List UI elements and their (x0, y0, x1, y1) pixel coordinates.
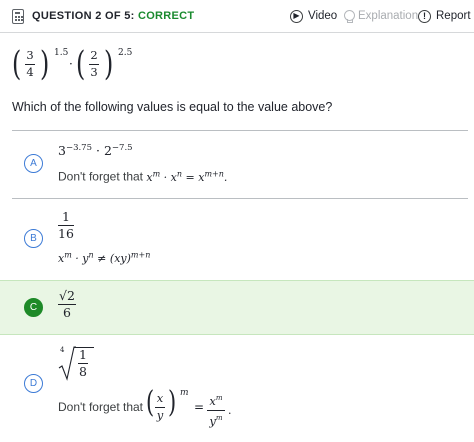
question-status: QUESTION 2 OF 5: CORRECT (32, 10, 194, 22)
left-paren: ( (12, 44, 22, 84)
fraction-xm-over-ym: xm ym (207, 392, 225, 428)
report-button[interactable]: ! Report (418, 8, 471, 24)
base: 3 (58, 143, 66, 159)
left-paren: ( (76, 44, 86, 84)
explanation-label: Explanation (358, 10, 419, 22)
explanation-button[interactable]: Explanation (344, 8, 418, 24)
fraction-root2-over-6: √2 6 (58, 289, 76, 319)
question-prompt: Which of the following values is equal t… (12, 100, 333, 114)
hint-formula: xm · yn ≠ (xy)m+n (58, 250, 151, 265)
hint-text: Don't forget that (58, 169, 144, 184)
report-label: Report (436, 10, 471, 22)
calculator-icon[interactable] (12, 9, 24, 24)
fraction-one-sixteenth: 1 16 (58, 210, 74, 240)
radical-sign (58, 346, 76, 381)
fraction-x-over-y: xy (155, 391, 165, 422)
choice-d-hint: Don't forget that ( xy ) m = xm ym . (58, 385, 258, 428)
exponent: −3.75 (65, 143, 93, 153)
fraction-three-fourths: 3 4 (25, 49, 35, 79)
choice-a-hint: Don't forget that xm · xn = xm+n. (58, 169, 227, 184)
fraction-one-eighth: 1 8 (78, 348, 88, 378)
numerator: √2 (59, 288, 75, 303)
choice-d[interactable]: D 4 1 8 Don't forget that ( xy ) m = xm y… (12, 336, 468, 436)
exponent-1: 1.5 (54, 48, 69, 58)
numerator: 2 (90, 48, 98, 62)
exponent-2: 2.5 (118, 48, 133, 58)
video-label: Video (308, 10, 338, 22)
choice-letter-a[interactable]: A (24, 154, 43, 173)
choice-a[interactable]: A 3−3.75 · 2−7.5 Don't forget that xm · … (12, 131, 468, 198)
numerator: 1 (79, 347, 87, 362)
choice-letter-d[interactable]: D (24, 374, 43, 393)
correct-label: CORRECT (137, 10, 195, 22)
choice-d-math: 4 1 8 (58, 344, 98, 384)
choice-c[interactable]: C √2 6 (0, 280, 474, 335)
exponent: −7.5 (111, 143, 133, 153)
lightbulb-icon (344, 9, 355, 23)
base: 2 (103, 143, 112, 159)
question-header: QUESTION 2 OF 5: CORRECT ▶ Video Explana… (0, 0, 474, 33)
question-counter: QUESTION 2 OF 5: (32, 10, 135, 22)
choice-letter-c[interactable]: C (24, 298, 43, 317)
hint-text: Don't forget that (58, 400, 144, 414)
dot: · (96, 143, 100, 159)
question-expression: ( 3 4 ) 1.5 · ( 2 3 ) 2.5 (12, 44, 142, 84)
choice-b[interactable]: B 1 16 xm · yn ≠ (xy)m+n (12, 199, 468, 279)
numerator: 3 (26, 48, 34, 62)
alert-icon: ! (418, 9, 431, 23)
denominator: 6 (63, 305, 71, 320)
denominator: 4 (26, 65, 34, 79)
choice-b-hint: xm · yn ≠ (xy)m+n (58, 250, 150, 265)
right-paren: ) (40, 44, 50, 84)
choice-letter-b[interactable]: B (24, 229, 43, 248)
multiply-dot: · (69, 57, 73, 71)
play-icon: ▶ (290, 9, 303, 23)
numerator: 1 (62, 209, 70, 224)
denominator: 8 (79, 364, 87, 379)
video-button[interactable]: ▶ Video (290, 8, 337, 24)
choice-a-math: 3−3.75 · 2−7.5 (58, 143, 133, 158)
hint-formula: xm · xn = xm+n. (146, 169, 228, 184)
hint-formula: ( xy ) m = xm ym . (146, 385, 232, 428)
denominator: 3 (90, 65, 98, 79)
denominator: 16 (58, 226, 74, 241)
fraction-two-thirds: 2 3 (89, 49, 99, 79)
right-paren: ) (104, 44, 114, 84)
